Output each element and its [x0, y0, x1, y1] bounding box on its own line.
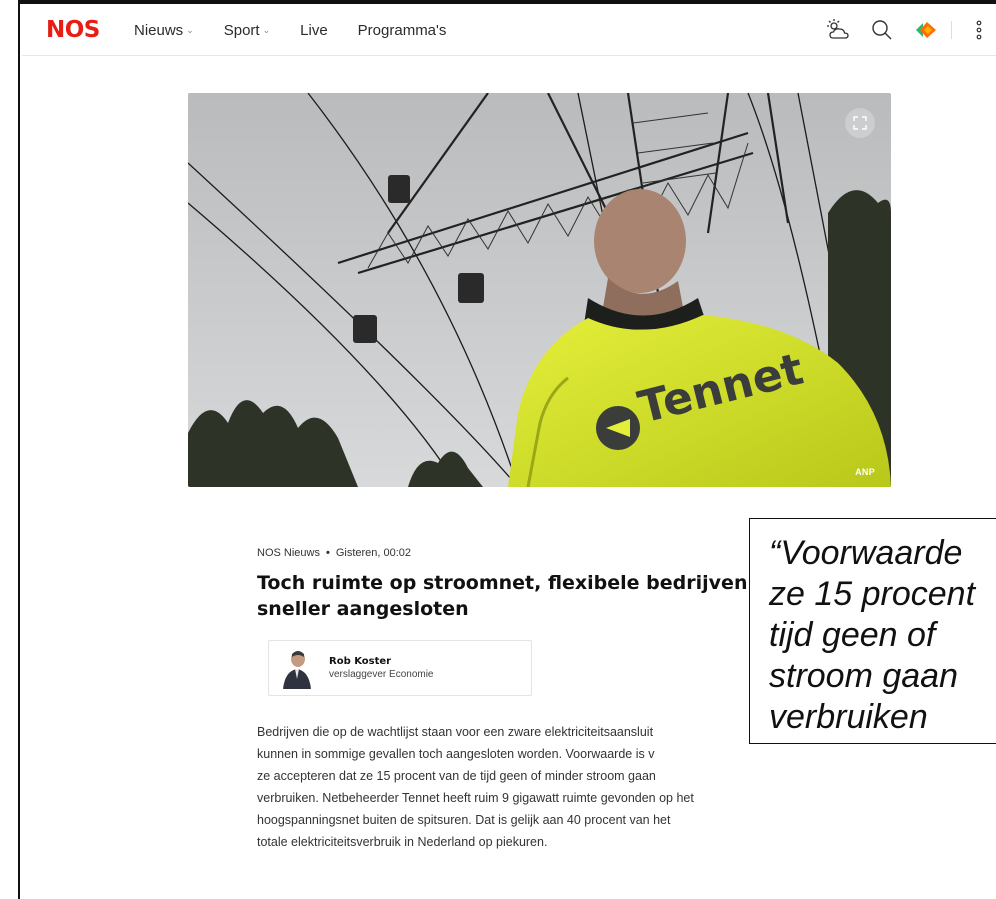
nav-item-sport[interactable]: Sport ⌄	[224, 22, 270, 39]
quote-callout: “Voorwaarde ze 15 procent tijd geen of s…	[749, 518, 996, 744]
quote-line: tijd geen of	[769, 616, 936, 654]
nav-item-programmas[interactable]: Programma's	[358, 22, 447, 39]
body-line: hoogspanningsnet buiten de spitsuren. Da…	[257, 813, 671, 827]
quote-line: “Voorwaarde	[769, 534, 963, 572]
photo-credit: ANP	[855, 467, 875, 477]
npo-start-icon	[916, 22, 936, 38]
author-info: Rob Koster verslaggever Economie	[329, 656, 434, 680]
quote-line: verbruiken	[769, 698, 928, 736]
weather-button[interactable]	[821, 13, 855, 47]
nav-item-live[interactable]: Live	[300, 22, 328, 39]
divider	[951, 21, 952, 39]
search-button[interactable]	[865, 13, 899, 47]
nav-item-label: Programma's	[357, 21, 447, 39]
chevron-down-icon: ⌄	[186, 24, 194, 35]
article-meta: NOS Nieuws • Gisteren, 00:02	[257, 547, 411, 559]
nos-logo[interactable]: NOS	[46, 17, 100, 43]
npo-start-button[interactable]	[909, 13, 943, 47]
author-card[interactable]: Rob Koster verslaggever Economie	[268, 640, 532, 696]
author-avatar	[281, 647, 313, 689]
hero-image[interactable]: Tennet ANP	[188, 93, 891, 487]
expand-icon	[853, 116, 867, 130]
hero-photo: Tennet	[188, 93, 891, 487]
weather-icon	[827, 19, 849, 39]
article-title-line: Toch ruimte op stroomnet, flexibele bedr…	[257, 572, 748, 594]
body-line: Bedrijven die op de wachtlijst staan voo…	[257, 725, 654, 739]
body-line: ze accepteren dat ze 15 procent van de t…	[257, 769, 656, 783]
more-menu-button[interactable]	[962, 13, 996, 47]
nav-item-label: Sport	[223, 21, 260, 39]
more-menu-icon	[976, 20, 982, 40]
body-line: verbruiken. Netbeheerder Tennet heeft ru…	[257, 791, 694, 805]
article-timestamp: Gisteren, 00:02	[335, 547, 412, 559]
header-actions	[811, 4, 996, 56]
article-title-line: sneller aangesloten	[257, 598, 469, 620]
meta-separator: •	[325, 547, 330, 559]
nav-item-label: Nieuws	[134, 21, 184, 39]
quote-line: stroom gaan	[769, 657, 958, 695]
article-source: NOS Nieuws	[257, 547, 320, 559]
search-icon	[872, 20, 892, 40]
article-body: Bedrijven die op de wachtlijst staan voo…	[257, 721, 817, 853]
nav-item-label: Live	[300, 21, 328, 39]
body-line: kunnen in sommige gevallen toch aangeslo…	[257, 747, 655, 761]
body-line: totale elektriciteitsverbruik in Nederla…	[257, 835, 548, 849]
window-frame-left	[0, 0, 20, 899]
top-navigation: NOS Nieuws ⌄ Sport ⌄ Live Programma's	[22, 4, 996, 56]
fullscreen-button[interactable]	[845, 108, 875, 138]
main-nav: Nieuws ⌄ Sport ⌄ Live Programma's	[134, 4, 476, 56]
author-name: Rob Koster	[329, 656, 392, 667]
author-role: verslaggever Economie	[329, 669, 434, 680]
nav-item-nieuws[interactable]: Nieuws ⌄	[134, 22, 194, 39]
chevron-down-icon: ⌄	[262, 24, 271, 35]
quote-line: ze 15 procent	[769, 575, 976, 613]
